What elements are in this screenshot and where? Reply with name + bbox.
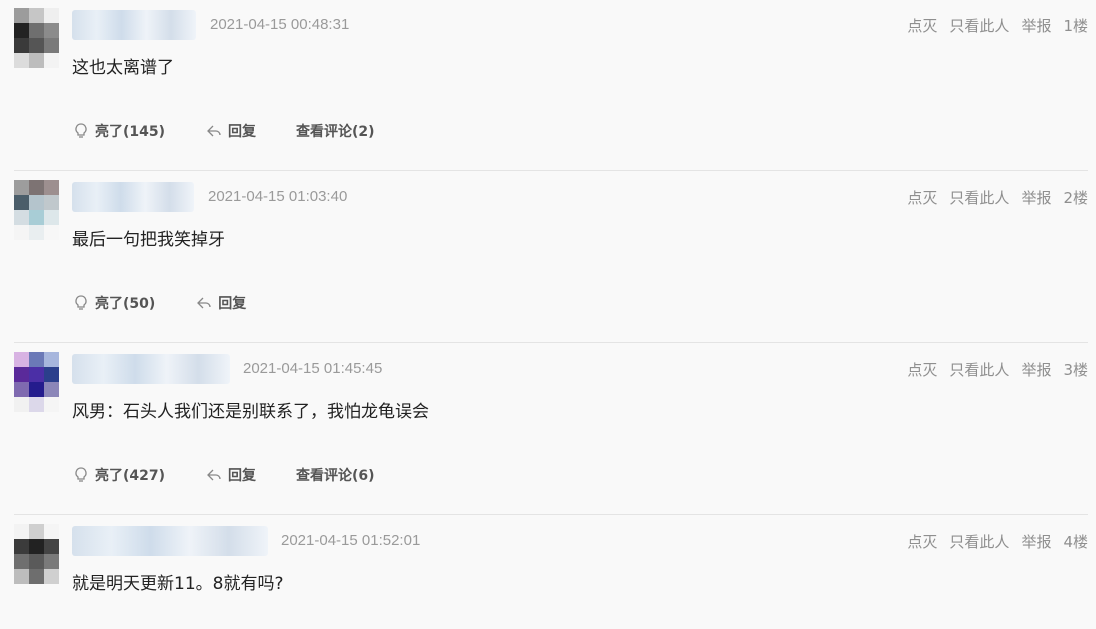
comment-4: 2021-04-15 01:52:01 点灭 只看此人 举报 4楼 就是明天更新… <box>0 516 1096 629</box>
avatar[interactable] <box>14 352 59 414</box>
reply-label: 回复 <box>228 468 257 484</box>
username-blurred[interactable] <box>72 526 268 556</box>
reply-arrow-icon <box>207 469 221 481</box>
dislike-link[interactable]: 点灭 <box>907 531 937 552</box>
lightbulb-icon <box>75 123 87 138</box>
like-label: 亮了(145) <box>95 124 166 140</box>
floor-number: 4楼 <box>1063 533 1088 551</box>
report-link[interactable]: 举报 <box>1021 359 1051 380</box>
report-link[interactable]: 举报 <box>1021 15 1051 36</box>
divider <box>14 170 1088 171</box>
comment-footer: 亮了(427) 回复 查看评论(6) <box>72 465 415 485</box>
reply-arrow-icon <box>197 297 211 309</box>
avatar[interactable] <box>14 180 59 242</box>
view-comments-button[interactable]: 查看评论(6) <box>296 465 375 485</box>
username-blurred[interactable] <box>72 354 230 384</box>
username-blurred[interactable] <box>72 182 194 212</box>
comment-text: 就是明天更新11。8就有吗? <box>72 574 284 594</box>
like-button[interactable]: 亮了(50) <box>72 293 155 313</box>
reply-arrow-icon <box>207 125 221 137</box>
dislike-link[interactable]: 点灭 <box>907 359 937 380</box>
only-this-user-link[interactable]: 只看此人 <box>949 187 1009 208</box>
reply-button[interactable]: 回复 <box>205 465 256 485</box>
dislike-link[interactable]: 点灭 <box>907 15 937 36</box>
post-time: 2021-04-15 01:45:45 <box>243 360 383 377</box>
floor-number: 3楼 <box>1063 361 1088 379</box>
comment-text: 风男：石头人我们还是别联系了，我怕龙龟误会 <box>72 402 429 422</box>
view-comments-label: 查看评论(2) <box>296 124 375 140</box>
only-this-user-link[interactable]: 只看此人 <box>949 531 1009 552</box>
floor-number: 1楼 <box>1063 17 1088 35</box>
comment-text: 最后一句把我笑掉牙 <box>72 230 225 250</box>
comment-actions: 点灭 只看此人 举报 2楼 <box>907 187 1088 208</box>
like-button[interactable]: 亮了(145) <box>72 121 165 141</box>
comment-actions: 点灭 只看此人 举报 3楼 <box>907 359 1088 380</box>
post-time: 2021-04-15 00:48:31 <box>210 16 350 33</box>
comment-actions: 点灭 只看此人 举报 4楼 <box>907 531 1088 552</box>
only-this-user-link[interactable]: 只看此人 <box>949 15 1009 36</box>
comment-actions: 点灭 只看此人 举报 1楼 <box>907 15 1088 36</box>
post-time: 2021-04-15 01:52:01 <box>281 532 421 549</box>
divider <box>14 342 1088 343</box>
reply-label: 回复 <box>218 296 247 312</box>
dislike-link[interactable]: 点灭 <box>907 187 937 208</box>
reply-button[interactable]: 回复 <box>205 121 256 141</box>
avatar[interactable] <box>14 524 59 586</box>
like-button[interactable]: 亮了(427) <box>72 465 165 485</box>
view-comments-label: 查看评论(6) <box>296 468 375 484</box>
floor-number: 2楼 <box>1063 189 1088 207</box>
lightbulb-icon <box>75 295 87 310</box>
divider <box>14 514 1088 515</box>
only-this-user-link[interactable]: 只看此人 <box>949 359 1009 380</box>
report-link[interactable]: 举报 <box>1021 187 1051 208</box>
comment-text: 这也太离谱了 <box>72 58 174 78</box>
report-link[interactable]: 举报 <box>1021 531 1051 552</box>
comment-3: 2021-04-15 01:45:45 点灭 只看此人 举报 3楼 风男：石头人… <box>0 344 1096 516</box>
avatar[interactable] <box>14 8 59 70</box>
post-time: 2021-04-15 01:03:40 <box>208 188 348 205</box>
view-comments-button[interactable]: 查看评论(2) <box>296 121 375 141</box>
username-blurred[interactable] <box>72 10 196 40</box>
comment-2: 2021-04-15 01:03:40 点灭 只看此人 举报 2楼 最后一句把我… <box>0 172 1096 344</box>
comment-footer: 亮了(50) 回复 <box>72 293 286 313</box>
like-label: 亮了(427) <box>95 468 166 484</box>
like-label: 亮了(50) <box>95 296 156 312</box>
reply-button[interactable]: 回复 <box>195 293 246 313</box>
reply-label: 回复 <box>228 124 257 140</box>
comment-footer: 亮了(145) 回复 查看评论(2) <box>72 121 415 141</box>
comment-1: 2021-04-15 00:48:31 点灭 只看此人 举报 1楼 这也太离谱了… <box>0 0 1096 172</box>
lightbulb-icon <box>75 467 87 482</box>
